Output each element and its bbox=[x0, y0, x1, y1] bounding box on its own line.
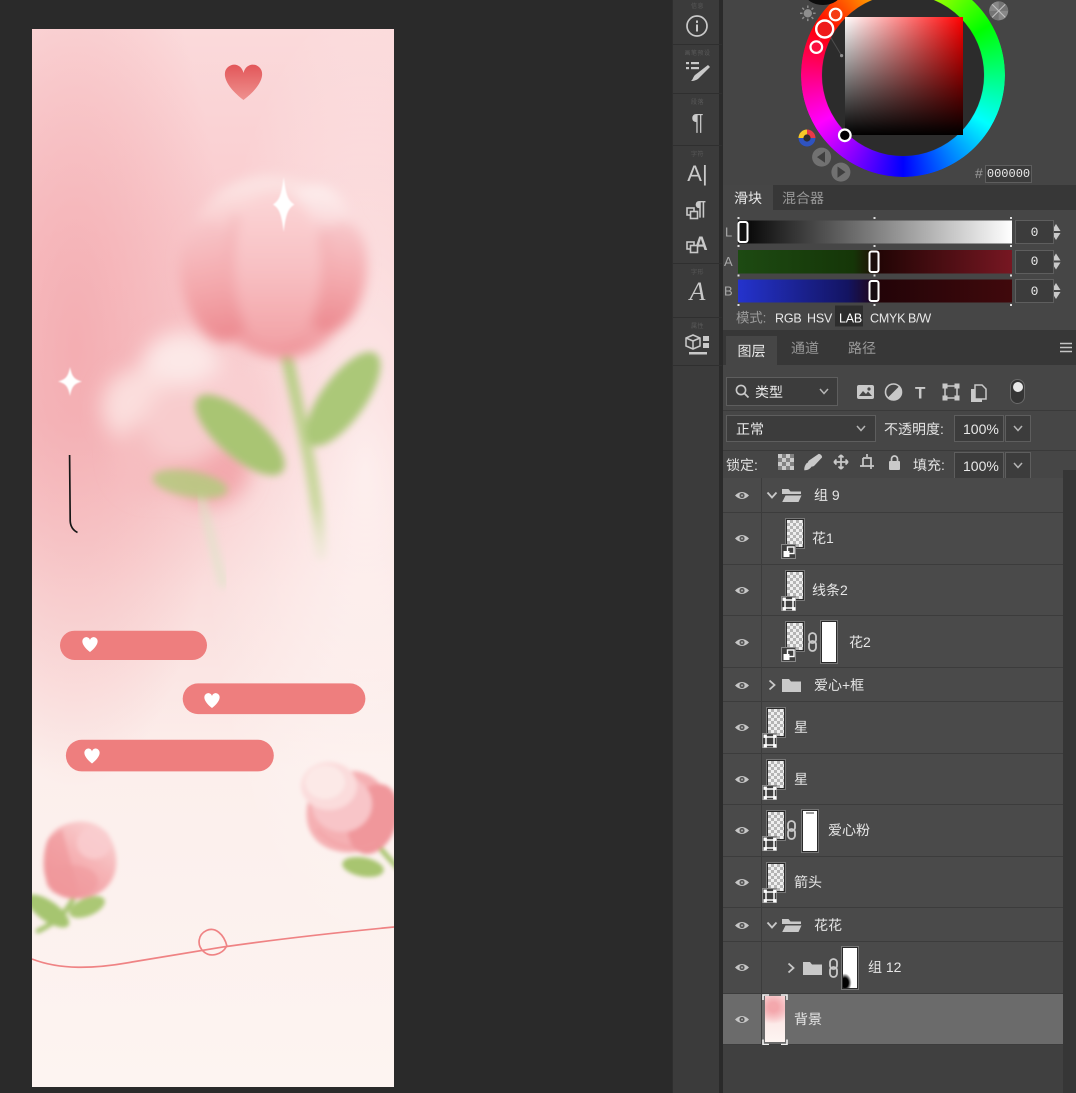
svg-text:T: T bbox=[915, 384, 926, 403]
svg-text:#: # bbox=[975, 165, 983, 181]
svg-text:HSV: HSV bbox=[807, 312, 833, 326]
svg-text:LAB: LAB bbox=[839, 312, 862, 326]
svg-text:B/W: B/W bbox=[908, 312, 931, 326]
svg-text:A: A bbox=[724, 254, 733, 269]
svg-text:RGB: RGB bbox=[775, 312, 802, 326]
svg-text:CMYK: CMYK bbox=[870, 312, 906, 326]
svg-text:L: L bbox=[725, 225, 732, 240]
svg-text:模式:: 模式: bbox=[736, 311, 766, 326]
svg-text:B: B bbox=[724, 284, 733, 299]
